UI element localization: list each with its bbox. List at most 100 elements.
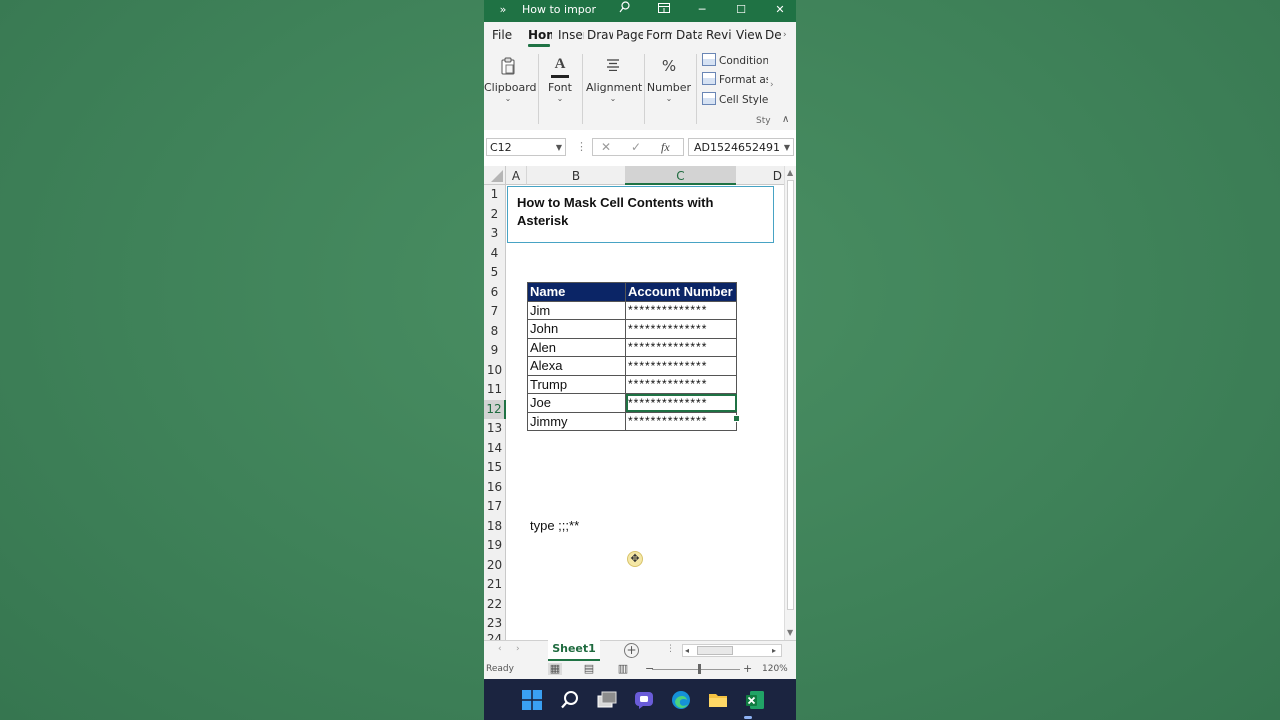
name-cell[interactable]: Alen (527, 337, 626, 357)
tab-view[interactable]: View (736, 28, 762, 46)
chevron-down-icon[interactable]: ▼ (556, 139, 562, 157)
account-cell[interactable]: ************** (625, 374, 737, 394)
scroll-down-icon[interactable]: ▼ (787, 628, 793, 637)
formula-input[interactable]: AD1524652491 ▼ (688, 138, 794, 156)
row-header[interactable]: 4 (484, 244, 505, 264)
account-cell[interactable]: ************** (625, 300, 737, 320)
tab-page-layout[interactable]: Page (616, 28, 643, 46)
row-header[interactable]: 24 (484, 634, 505, 640)
enter-icon[interactable]: ✓ (631, 139, 641, 156)
row-header-selected[interactable]: 12 (484, 399, 506, 419)
search-icon[interactable] (616, 0, 632, 22)
row-header[interactable]: 8 (484, 322, 505, 342)
ribbon-display-icon[interactable] (656, 0, 672, 22)
row-header[interactable]: 18 (484, 517, 505, 537)
tab-data[interactable]: Data (676, 28, 702, 46)
name-cell[interactable]: Jimmy (527, 411, 626, 431)
vertical-scrollbar[interactable]: ▲ ▼ (784, 166, 796, 640)
tab-formulas[interactable]: Form (646, 28, 672, 46)
instruction-note[interactable]: type ;;;** (530, 518, 579, 533)
clipboard-group[interactable]: Clipboard ⌄ (484, 50, 537, 126)
search-icon[interactable] (559, 689, 581, 711)
close-button[interactable]: ✕ (772, 0, 788, 22)
name-cell[interactable]: Jim (527, 300, 626, 320)
row-header[interactable]: 20 (484, 556, 505, 576)
edge-browser-icon[interactable] (670, 689, 692, 711)
column-header-d[interactable]: D (736, 166, 784, 185)
row-header[interactable]: 9 (484, 341, 505, 361)
scroll-right-icon[interactable]: ▸ (772, 645, 776, 656)
tab-developer[interactable]: De (765, 28, 781, 46)
sheet-tab-sheet1[interactable]: Sheet1 (548, 640, 600, 661)
scroll-left-icon[interactable]: ◂ (685, 645, 689, 656)
quick-access-overflow-icon[interactable]: » (496, 0, 510, 22)
add-sheet-button[interactable]: + (624, 643, 639, 658)
name-box[interactable]: C12 ▼ (486, 138, 566, 156)
name-cell[interactable]: Trump (527, 374, 626, 394)
alignment-group[interactable]: Alignment ⌄ (586, 50, 642, 126)
row-header[interactable]: 7 (484, 302, 505, 322)
collapse-ribbon-icon[interactable]: ∧ (782, 114, 789, 125)
tabs-overflow-icon[interactable]: › (783, 30, 793, 48)
cell-styles-button[interactable]: Cell Styles (702, 92, 768, 108)
windows-start-icon[interactable] (521, 689, 543, 711)
row-header[interactable]: 22 (484, 595, 505, 615)
name-cell[interactable]: Joe (527, 393, 626, 413)
cancel-icon[interactable]: ✕ (601, 139, 611, 156)
number-group[interactable]: % Number ⌄ (646, 50, 692, 126)
vertical-scroll-thumb[interactable] (787, 180, 794, 610)
select-all-button[interactable] (484, 166, 506, 185)
column-header-account-number[interactable]: Account Number (625, 282, 737, 302)
row-header[interactable]: 5 (484, 263, 505, 283)
maximize-button[interactable]: ☐ (733, 0, 749, 22)
account-cell[interactable]: ************** (625, 411, 737, 431)
row-header[interactable]: 1 (484, 185, 505, 205)
scroll-up-icon[interactable]: ▲ (787, 168, 793, 177)
column-header-a[interactable]: A (506, 166, 526, 185)
column-header-c[interactable]: C (625, 166, 736, 185)
row-header[interactable]: 6 (484, 283, 505, 303)
row-header[interactable]: 2 (484, 205, 505, 225)
name-cell[interactable]: John (527, 319, 626, 339)
normal-view-icon[interactable]: ▦ (548, 663, 562, 675)
column-header-b[interactable]: B (526, 166, 625, 185)
row-header[interactable]: 14 (484, 439, 505, 459)
ribbon-more-icon[interactable]: › (770, 80, 774, 90)
title-textbox[interactable]: How to Mask Cell Contents with Asterisk (507, 186, 774, 243)
page-break-view-icon[interactable]: ▥ (616, 663, 630, 675)
row-header[interactable]: 17 (484, 497, 505, 517)
chat-icon[interactable] (633, 689, 655, 711)
fill-handle[interactable] (733, 415, 740, 422)
zoom-slider-thumb[interactable] (698, 664, 701, 674)
sheet-bar-grip-icon[interactable]: ⋮ (666, 644, 675, 654)
formula-bar-grip-icon[interactable]: ⋮ (576, 140, 587, 153)
account-cell-selected[interactable]: ************** (625, 393, 737, 413)
row-header[interactable]: 15 (484, 458, 505, 478)
tab-file[interactable]: File (492, 28, 514, 46)
excel-app-icon[interactable] (744, 689, 766, 711)
row-header[interactable]: 23 (484, 614, 505, 634)
chevron-down-icon[interactable]: ▼ (784, 139, 790, 155)
insert-function-icon[interactable]: fx (661, 139, 670, 156)
next-sheet-icon[interactable]: › (516, 644, 520, 654)
font-group[interactable]: A Font ⌄ (542, 50, 578, 126)
account-cell[interactable]: ************** (625, 356, 737, 376)
tab-insert[interactable]: Inser (558, 28, 584, 46)
horizontal-scroll-thumb[interactable] (697, 646, 733, 655)
format-as-table-button[interactable]: Format as T (702, 72, 768, 88)
row-header[interactable]: 19 (484, 536, 505, 556)
minimize-button[interactable]: ─ (694, 0, 710, 22)
row-header[interactable]: 11 (484, 380, 505, 400)
page-layout-view-icon[interactable]: ▤ (582, 663, 596, 675)
column-header-name[interactable]: Name (527, 282, 626, 302)
task-view-icon[interactable] (596, 689, 618, 711)
worksheet-grid[interactable]: A B C D 1 2 3 4 5 6 7 8 9 10 11 12 13 14… (484, 166, 796, 640)
tab-draw[interactable]: Draw (587, 28, 613, 46)
row-header[interactable]: 13 (484, 419, 505, 439)
horizontal-scrollbar[interactable]: ◂ ▸ (682, 644, 782, 657)
account-cell[interactable]: ************** (625, 337, 737, 357)
row-header[interactable]: 3 (484, 224, 505, 244)
zoom-level[interactable]: 120% (762, 664, 788, 674)
previous-sheet-icon[interactable]: ‹ (498, 644, 502, 654)
tab-review[interactable]: Revie (706, 28, 732, 46)
